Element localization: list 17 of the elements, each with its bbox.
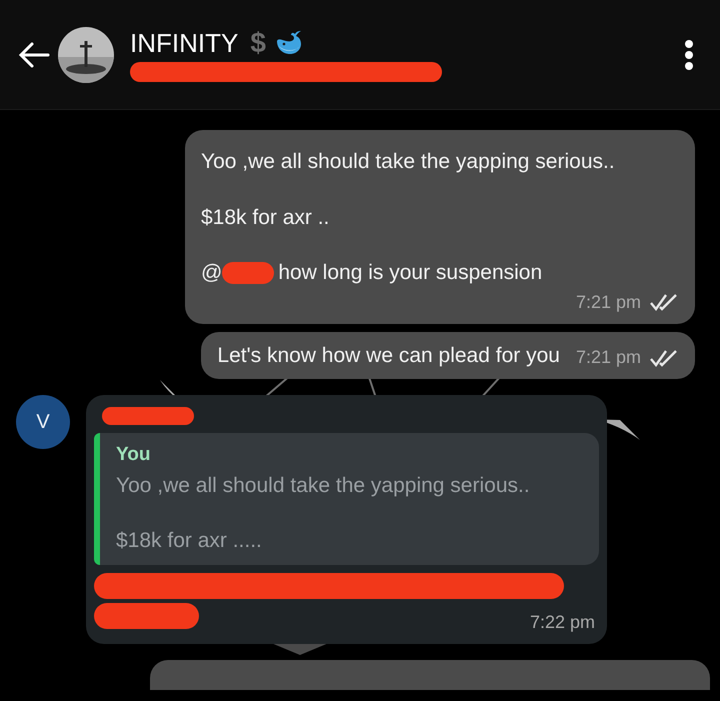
message-time: 7:21 pm [576,290,641,314]
chat-title: INFINITY [130,28,238,58]
quoted-message[interactable]: You Yoo ,we all should take the yapping serious.. $18k for axr ..... [94,433,599,564]
message-text: Yoo ,we all should take the yapping serious.. [201,149,615,175]
message-text: Let's know how we can plead for you [217,342,560,368]
dollar-symbol: $ [250,28,266,58]
message-text: $18k for axr .. [201,204,330,230]
quote-text: $18k for axr ..... [116,528,263,554]
quote-author: You [116,443,152,467]
message-time: 7:21 pm [576,346,641,369]
message-time: 7:22 pm [530,610,595,634]
avatar: V [16,395,70,449]
back-icon[interactable] [18,40,50,68]
mention-text: @ [201,260,222,286]
menu-icon[interactable] [684,38,694,70]
message-text: how long is your suspension [278,260,542,286]
quote-text: Yoo ,we all should take the yapping serious.. [116,472,531,498]
